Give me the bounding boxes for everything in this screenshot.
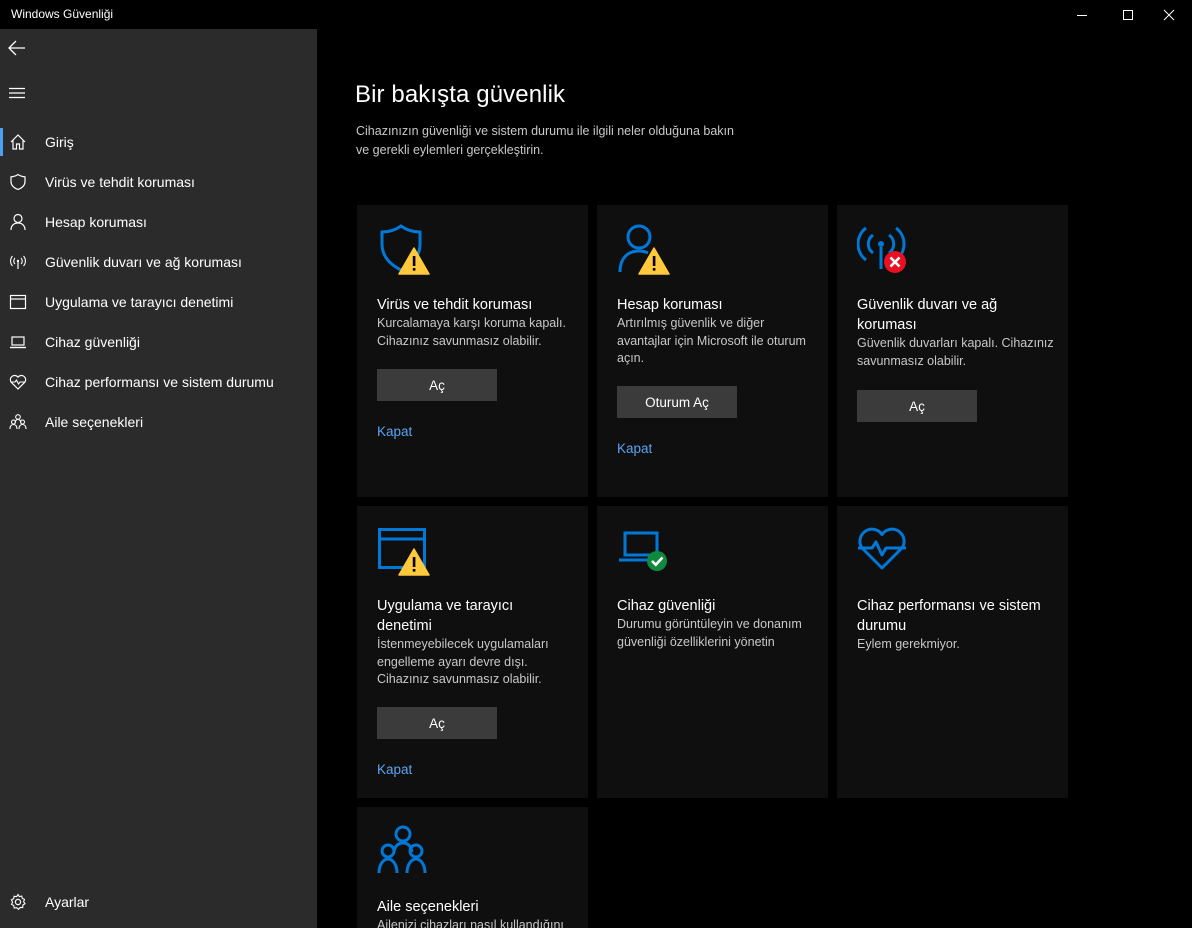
sidebar-item-label: Hesap koruması — [45, 214, 147, 230]
app-window-icon — [8, 292, 28, 312]
dismiss-link[interactable]: Kapat — [377, 424, 412, 439]
turn-on-button[interactable]: Aç — [377, 369, 497, 401]
card-text: Güvenlik duvarı ve ağ koruması Güvenlik … — [857, 295, 1057, 370]
card-title: Virüs ve tehdit koruması — [377, 297, 533, 313]
back-button[interactable] — [0, 31, 34, 65]
card-description: Durumu görüntüleyin ve donanım güvenliği… — [617, 617, 802, 649]
card-title: Cihaz performansı ve sistem durumu — [857, 598, 1041, 634]
person-warning-icon — [618, 224, 670, 275]
card-text: Hesap koruması Artırılmış güvenlik ve di… — [617, 295, 817, 368]
sidebar-item-label: Giriş — [45, 134, 74, 150]
family-icon — [8, 412, 28, 432]
sidebar-item-device-performance[interactable]: Cihaz performansı ve sistem durumu — [0, 362, 317, 402]
minimize-button[interactable] — [1059, 0, 1105, 29]
wireless-error-icon — [857, 226, 906, 273]
home-icon — [8, 132, 28, 152]
dismiss-link[interactable]: Kapat — [377, 762, 412, 777]
hamburger-icon — [9, 87, 25, 99]
sidebar-item-label: Virüs ve tehdit koruması — [45, 174, 195, 190]
card-title: Aile seçenekleri — [377, 899, 479, 915]
close-button[interactable] — [1146, 0, 1192, 29]
card-title: Hesap koruması — [617, 297, 723, 313]
card-firewall[interactable]: Güvenlik duvarı ve ağ koruması Güvenlik … — [837, 205, 1068, 497]
card-account-protection[interactable]: Hesap koruması Artırılmış güvenlik ve di… — [597, 205, 828, 497]
title-bar: Windows Güvenliği — [0, 0, 1192, 29]
maximize-icon — [1123, 9, 1133, 20]
sidebar-item-label: Cihaz güvenliği — [45, 334, 140, 350]
person-icon — [8, 212, 28, 232]
page-title: Bir bakışta güvenlik — [355, 81, 566, 108]
main-content: Bir bakışta güvenlik Cihazınızın güvenli… — [317, 29, 1192, 928]
shield-icon — [8, 172, 28, 192]
sidebar-item-app-browser-control[interactable]: Uygulama ve tarayıcı denetimi — [0, 282, 317, 322]
turn-on-button[interactable]: Aç — [377, 707, 497, 739]
card-text: Cihaz güvenliği Durumu görüntüleyin ve d… — [617, 596, 817, 651]
card-text: Cihaz performansı ve sistem durumu Eylem… — [857, 596, 1057, 654]
dismiss-link[interactable]: Kapat — [617, 441, 652, 456]
laptop-icon — [8, 332, 28, 352]
wireless-icon — [8, 252, 28, 272]
card-text: Virüs ve tehdit koruması Kurcalamaya kar… — [377, 295, 577, 350]
card-description: İstenmeyebilecek uygulamaları engelleme … — [377, 637, 549, 686]
card-description: Güvenlik duvarları kapalı. Cihazınız sav… — [857, 336, 1054, 368]
sidebar-item-settings[interactable]: Ayarlar — [0, 882, 317, 922]
card-description: Ailenizi cihazları nasıl kullandığını — [377, 918, 564, 928]
sidebar-item-label: Cihaz performansı ve sistem durumu — [45, 374, 274, 390]
sidebar-item-account-protection[interactable]: Hesap koruması — [0, 202, 317, 242]
card-device-security[interactable]: Cihaz güvenliği Durumu görüntüleyin ve d… — [597, 506, 828, 798]
close-icon — [1163, 9, 1175, 20]
sign-in-button[interactable]: Oturum Aç — [617, 386, 737, 418]
family-icon — [377, 825, 427, 874]
sidebar-item-label: Ayarlar — [45, 894, 90, 910]
card-text: Aile seçenekleri Ailenizi cihazları nası… — [377, 897, 577, 928]
card-description: Kurcalamaya karşı koruma kapalı. Cihazın… — [377, 316, 566, 348]
card-family-options[interactable]: Aile seçenekleri Ailenizi cihazları nası… — [357, 807, 588, 928]
gear-icon — [8, 892, 28, 912]
sidebar-item-label: Uygulama ve tarayıcı denetimi — [45, 294, 234, 310]
sidebar-item-virus-protection[interactable]: Virüs ve tehdit koruması — [0, 162, 317, 202]
heart-pulse-icon — [8, 372, 28, 392]
card-description: Artırılmış güvenlik ve diğer avantajlar … — [617, 316, 806, 365]
card-title: Güvenlik duvarı ve ağ koruması — [857, 297, 998, 333]
page-description: Cihazınızın güvenliği ve sistem durumu i… — [356, 124, 734, 157]
laptop-ok-icon — [619, 531, 667, 571]
sidebar: Giriş Virüs ve tehdit koruması Hesap kor… — [0, 29, 317, 928]
card-virus-protection[interactable]: Virüs ve tehdit koruması Kurcalamaya kar… — [357, 205, 588, 497]
card-title: Uygulama ve tarayıcı denetimi — [377, 598, 514, 634]
card-description: Eylem gerekmiyor. — [857, 637, 960, 651]
card-title: Cihaz güvenliği — [617, 598, 716, 614]
sidebar-item-firewall[interactable]: Güvenlik duvarı ve ağ koruması — [0, 242, 317, 282]
card-text: Uygulama ve tarayıcı denetimi İstenmeyeb… — [377, 596, 577, 689]
sidebar-item-device-security[interactable]: Cihaz güvenliği — [0, 322, 317, 362]
sidebar-item-label: Aile seçenekleri — [45, 414, 144, 430]
sidebar-item-label: Güvenlik duvarı ve ağ koruması — [45, 254, 242, 270]
app-window-warning-icon — [378, 528, 430, 576]
back-arrow-icon — [8, 40, 25, 56]
sidebar-item-family-options[interactable]: Aile seçenekleri — [0, 402, 317, 442]
heart-pulse-icon — [858, 527, 906, 570]
shield-warning-icon — [380, 224, 430, 275]
card-device-performance[interactable]: Cihaz performansı ve sistem durumu Eylem… — [837, 506, 1068, 798]
menu-button[interactable] — [0, 76, 34, 110]
minimize-icon — [1077, 14, 1087, 16]
window-title: Windows Güvenliği — [11, 7, 114, 21]
sidebar-item-home[interactable]: Giriş — [0, 122, 317, 162]
card-app-browser-control[interactable]: Uygulama ve tarayıcı denetimi İstenmeyeb… — [357, 506, 588, 798]
turn-on-button[interactable]: Aç — [857, 390, 977, 422]
maximize-button[interactable] — [1105, 0, 1151, 29]
